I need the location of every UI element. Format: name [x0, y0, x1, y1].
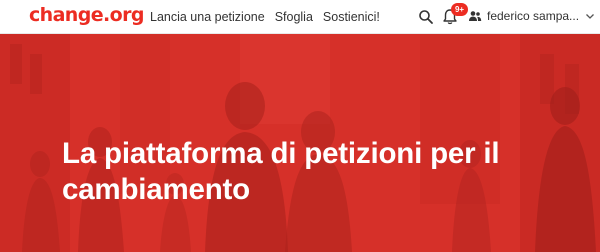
hero-banner: La piattaforma di petizioni per il cambi…: [0, 34, 600, 252]
hero-title: La piattaforma di petizioni per il cambi…: [62, 136, 582, 208]
nav-start-petition-link[interactable]: Lancia una petizione: [150, 10, 265, 24]
hero-title-line-1: La piattaforma di petizioni per il: [62, 137, 500, 170]
users-icon: [469, 11, 482, 21]
nav-browse-link[interactable]: Sfoglia: [275, 10, 313, 24]
chevron-down-icon: [586, 14, 595, 19]
notification-badge: 9+: [451, 3, 468, 16]
user-name: federico sampa...: [487, 9, 580, 23]
user-menu[interactable]: federico sampa...: [468, 9, 595, 23]
top-navbar: change.org Lancia una petizione Sfoglia …: [0, 0, 600, 34]
hero-title-line-2: cambiamento: [62, 173, 250, 206]
change-org-logo[interactable]: change.org: [29, 4, 144, 26]
nav-support-link[interactable]: Sostienici!: [323, 10, 380, 24]
main-nav: Lancia una petizione Sfoglia Sostienici!: [150, 10, 390, 24]
search-icon[interactable]: [418, 9, 434, 25]
